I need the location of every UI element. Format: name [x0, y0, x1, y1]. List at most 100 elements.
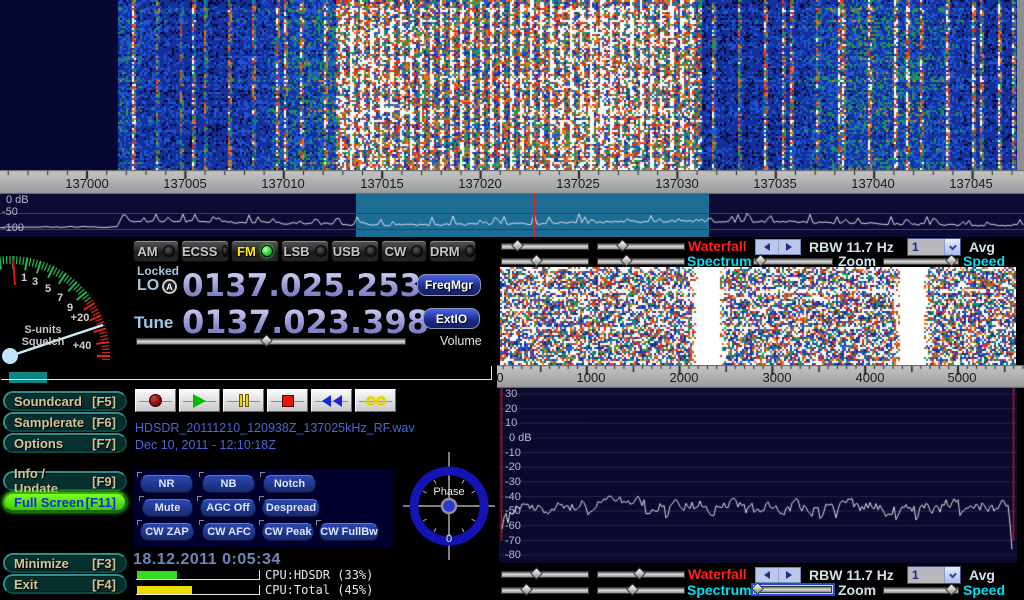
- avg-dropdown[interactable]: 1: [907, 238, 961, 256]
- waterfall-contrast-slider-2[interactable]: [597, 571, 685, 578]
- freqmgr-button[interactable]: FreqMgr: [417, 274, 481, 296]
- slider-thumb[interactable]: [627, 583, 640, 596]
- agc-off-button[interactable]: AGC Off: [200, 499, 256, 517]
- cw-zap-button[interactable]: CW ZAP: [140, 523, 194, 541]
- rbw-decrease-button[interactable]: [756, 240, 779, 254]
- volume-slider[interactable]: [136, 338, 406, 345]
- cpu-hdsdr-label: CPU:HDSDR (33%): [265, 568, 373, 582]
- mode-usb-button[interactable]: USB: [331, 240, 379, 262]
- main-spectrum-display[interactable]: 0 dB -50 -100: [0, 194, 1024, 237]
- main-waterfall-display[interactable]: [0, 0, 1024, 170]
- button-fkey: [F3]: [92, 556, 116, 571]
- slider-thumb[interactable]: [512, 239, 525, 252]
- af-frequency-scale[interactable]: 0 1000 2000 3000 4000 5000: [497, 365, 1024, 388]
- speed-slider-2[interactable]: [883, 587, 959, 594]
- chevron-down-icon: [949, 242, 957, 250]
- info-update-button[interactable]: Info / Update [F9]: [3, 471, 127, 491]
- mode-label: DRM: [430, 244, 460, 259]
- zoom-label: Zoom: [838, 582, 876, 598]
- slider-thumb[interactable]: [621, 254, 634, 267]
- dropdown-button[interactable]: [944, 567, 960, 583]
- mode-am-button[interactable]: AM: [133, 240, 179, 262]
- play-button[interactable]: [179, 389, 220, 412]
- waterfall-brightness-slider[interactable]: [501, 243, 589, 250]
- soundcard-button[interactable]: Soundcard [F5]: [3, 391, 127, 411]
- slider-thumb[interactable]: [945, 254, 958, 267]
- mute-button[interactable]: Mute: [142, 499, 193, 517]
- mode-fm-button[interactable]: FM: [231, 240, 279, 262]
- cw-fullbw-button[interactable]: CW FullBw: [319, 523, 379, 541]
- slider-thumb[interactable]: [754, 254, 767, 267]
- record-button[interactable]: [135, 389, 176, 412]
- phase-value: 0: [446, 533, 452, 545]
- speed-slider[interactable]: [883, 258, 959, 265]
- pause-button[interactable]: [223, 389, 264, 412]
- extio-button[interactable]: ExtIO: [423, 308, 480, 329]
- date-time-display: 18.12.2011 0:05:34: [133, 551, 281, 569]
- lo-lock-badge[interactable]: A: [162, 279, 177, 294]
- button-label: Minimize: [14, 556, 69, 571]
- slider-thumb[interactable]: [633, 567, 646, 580]
- spectrum-upper-slider-2[interactable]: [501, 587, 589, 594]
- s-meter[interactable]: 1 3 5 7 9 +20 +40 S-units Squelch: [0, 237, 130, 389]
- rbw-spinner[interactable]: [755, 239, 801, 255]
- notch-button[interactable]: Notch: [263, 475, 316, 493]
- options-button[interactable]: Options [F7]: [3, 433, 127, 453]
- zoom-slider[interactable]: [753, 258, 833, 265]
- nr-button[interactable]: NR: [140, 475, 193, 493]
- spectrum-lower-slider-2[interactable]: [597, 587, 685, 594]
- button-label: Soundcard: [14, 394, 82, 409]
- rbw-increase-button[interactable]: [779, 240, 801, 254]
- mode-drm-button[interactable]: DRM: [429, 240, 476, 262]
- freq-tick-label: 137010: [248, 176, 318, 191]
- avg-dropdown-2[interactable]: 1: [907, 566, 961, 584]
- slider-thumb[interactable]: [945, 583, 958, 596]
- zoom-slider-2-focused[interactable]: [751, 583, 835, 596]
- rbw-decrease-button[interactable]: [756, 568, 779, 582]
- slider-thumb[interactable]: [616, 239, 629, 252]
- cw-peak-button[interactable]: CW Peak: [262, 523, 314, 541]
- mode-label: USB: [333, 244, 360, 259]
- tune-marker-line[interactable]: [533, 194, 535, 237]
- dropdown-button[interactable]: [944, 239, 960, 255]
- rewind-button[interactable]: [311, 389, 352, 412]
- exit-button[interactable]: Exit [F4]: [3, 574, 127, 594]
- waterfall-brightness-slider-2[interactable]: [501, 571, 589, 578]
- squelch-level-bar[interactable]: [9, 372, 47, 383]
- mode-cw-button[interactable]: CW: [381, 240, 427, 262]
- slider-thumb[interactable]: [531, 254, 544, 267]
- freq-tick-label: 137025: [543, 176, 613, 191]
- mode-lsb-button[interactable]: LSB: [281, 240, 329, 262]
- loop-button[interactable]: [355, 389, 396, 412]
- s-meter-pivot: [2, 348, 18, 364]
- spectrum-upper-slider[interactable]: [501, 258, 589, 265]
- waterfall-contrast-slider[interactable]: [597, 243, 685, 250]
- samplerate-button[interactable]: Samplerate [F6]: [3, 412, 127, 432]
- usb-led-icon: [365, 245, 377, 257]
- af-db-label: 30: [505, 388, 517, 400]
- stop-button[interactable]: [267, 389, 308, 412]
- tune-frequency-value[interactable]: 0137.023.398: [182, 303, 429, 341]
- nb-button[interactable]: NB: [202, 475, 255, 493]
- slider-thumb[interactable]: [520, 583, 533, 596]
- cpu-hdsdr-bar: [136, 570, 260, 580]
- phase-dial[interactable]: Phase 0: [401, 449, 497, 563]
- minimize-button[interactable]: Minimize [F3]: [3, 553, 127, 573]
- main-frequency-scale[interactable]: 137000 137005 137010 137015 137020 13702…: [0, 170, 1024, 194]
- af-waterfall-display[interactable]: [500, 267, 1016, 365]
- spectrum-lower-slider[interactable]: [597, 258, 685, 265]
- full-screen-button[interactable]: Full Screen [F11]: [3, 492, 127, 512]
- slider-thumb[interactable]: [531, 567, 544, 580]
- cw-afc-button[interactable]: CW AFC: [202, 523, 256, 541]
- despread-button[interactable]: Despread: [262, 499, 320, 517]
- af-tick-label: 2000: [649, 370, 719, 385]
- rbw-increase-button[interactable]: [779, 568, 801, 582]
- mode-label: ECSS: [182, 244, 217, 259]
- lo-frequency-value[interactable]: 0137.025.253: [182, 268, 421, 304]
- rbw-spinner-2[interactable]: [755, 567, 801, 583]
- mode-ecss-button[interactable]: ECSS: [181, 240, 229, 262]
- af-spectrum-display[interactable]: 30 20 10 0 dB -10 -20 -30 -40 -50 -60 -7…: [499, 388, 1017, 563]
- slider-thumb[interactable]: [751, 582, 764, 595]
- lo-label: LO: [137, 277, 159, 295]
- mode-label: AM: [137, 244, 157, 259]
